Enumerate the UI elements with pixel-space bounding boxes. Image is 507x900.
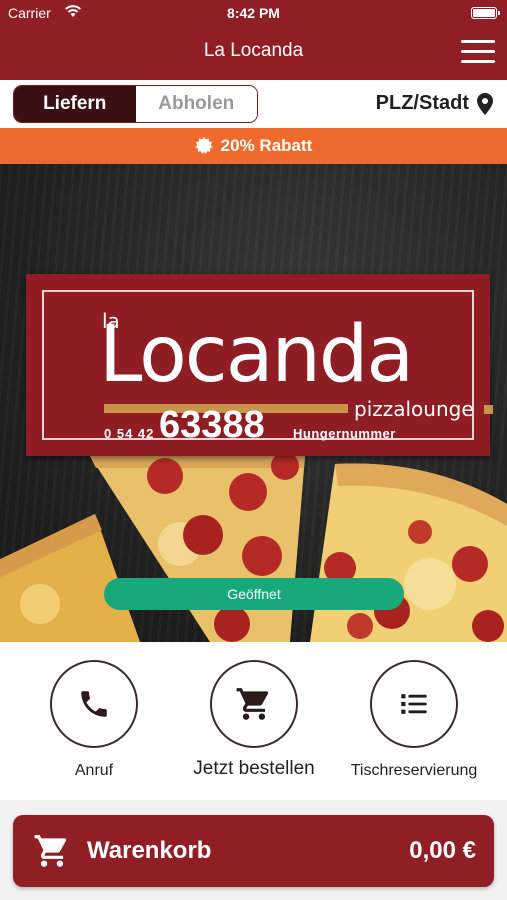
list-icon xyxy=(401,694,427,714)
mode-pickup-tab[interactable]: Abholen xyxy=(135,86,257,122)
logo-accent-dot xyxy=(484,405,493,414)
logo-tagline: Hungernummer xyxy=(293,426,396,441)
phone-icon xyxy=(81,691,107,717)
logo-phone-number: 63388 xyxy=(159,404,265,446)
location-label: PLZ/Stadt xyxy=(375,92,469,114)
quick-actions: Anruf Jetzt bestellen Tischreservierung xyxy=(0,642,507,800)
call-button[interactable] xyxy=(50,660,138,748)
logo-name: Locanda xyxy=(99,310,414,400)
page-title: La Locanda xyxy=(203,40,304,61)
order-now-label: Jetzt bestellen xyxy=(193,758,315,779)
discount-banner[interactable]: 20% Rabatt xyxy=(0,128,507,164)
cart-icon xyxy=(34,835,67,867)
order-now-action[interactable]: Jetzt bestellen xyxy=(174,660,334,780)
cart-total: 0,00 € xyxy=(409,837,476,864)
top-bar: Carrier 8:42 PM La Locanda xyxy=(0,0,507,80)
battery-icon xyxy=(471,7,500,19)
logo-subtitle: pizzalounge xyxy=(354,397,474,421)
hamburger-menu-icon[interactable] xyxy=(461,40,495,64)
cart-icon xyxy=(236,688,269,720)
badge-icon xyxy=(195,137,213,155)
call-label: Anruf xyxy=(74,762,114,779)
delivery-mode-toggle: Liefern Abholen xyxy=(13,85,258,123)
mode-delivery-tab[interactable]: Liefern xyxy=(14,86,136,122)
hero-banner: la Locanda pizzalounge 0 54 42 63388 Hun… xyxy=(0,164,507,642)
reservation-label: Tischreservierung xyxy=(350,762,478,779)
map-pin-icon xyxy=(477,92,493,115)
location-selector[interactable]: PLZ/Stadt xyxy=(376,92,493,115)
order-now-button[interactable] xyxy=(210,660,298,748)
logo-frame: la Locanda pizzalounge 0 54 42 63388 Hun… xyxy=(42,290,493,446)
delivery-options-row: Liefern Abholen PLZ/Stadt xyxy=(0,80,507,128)
reservation-button[interactable] xyxy=(370,660,458,748)
cart-button[interactable]: Warenkorb 0,00 € xyxy=(13,815,494,887)
clock: 8:42 PM xyxy=(227,5,280,21)
discount-label: 20% Rabatt xyxy=(220,136,313,155)
logo-area-code: 0 54 42 xyxy=(104,426,155,441)
status-bar: Carrier 8:42 PM xyxy=(0,0,507,26)
reservation-action[interactable]: Tischreservierung xyxy=(334,660,494,780)
cart-label: Warenkorb xyxy=(87,837,212,864)
restaurant-logo: la Locanda pizzalounge 0 54 42 63388 Hun… xyxy=(26,274,493,456)
call-action[interactable]: Anruf xyxy=(14,660,174,780)
open-status-badge[interactable]: Geöffnet xyxy=(104,578,404,610)
